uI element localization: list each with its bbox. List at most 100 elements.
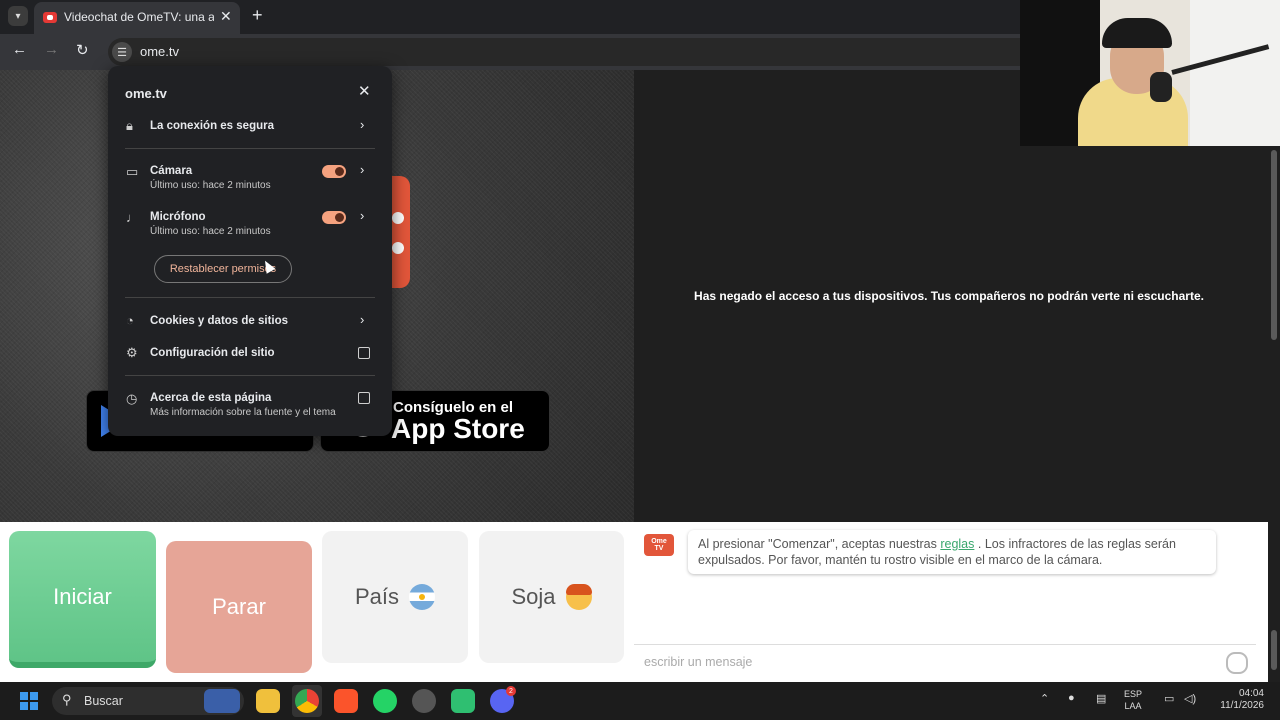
popup-title: ome.tv (125, 86, 167, 101)
time: 04:04 (1238, 688, 1264, 699)
site-settings-row[interactable]: ⚙ Configuración del sitio (108, 344, 392, 366)
gender-label: Soja (511, 584, 556, 609)
cam-person-cap (1102, 18, 1172, 48)
cursed-app-icon[interactable] (451, 689, 475, 713)
chevron-right-icon: › (360, 208, 365, 223)
external-link-icon (358, 347, 370, 359)
chevron-right-icon: › (360, 312, 365, 327)
gender-button[interactable]: Soja (479, 531, 624, 663)
rules-link[interactable]: reglas (940, 537, 974, 551)
scrollbar-thumb[interactable] (1271, 150, 1277, 340)
whatsapp-icon[interactable] (373, 689, 397, 713)
about-page-row[interactable]: ◷ Acerca de esta página Más información … (108, 390, 392, 422)
connection-label: La conexión es segura (150, 120, 274, 132)
widget-icon[interactable] (204, 689, 240, 713)
connection-secure-row[interactable]: 🔒︎ La conexión es segura › (108, 116, 392, 138)
gear-icon: ⚙ (126, 345, 138, 360)
app-store-big-text: App Store (391, 413, 525, 444)
logo-line2: TV (654, 545, 664, 552)
site-settings-label: Configuración del sitio (150, 347, 275, 359)
chevron-right-icon: › (360, 162, 365, 177)
new-tab-icon[interactable]: + (252, 5, 263, 26)
divider (125, 148, 375, 149)
microphone-label: Micrófono (150, 211, 206, 223)
country-button[interactable]: País (322, 531, 468, 663)
search-label: Buscar (84, 694, 123, 708)
system-message: Al presionar "Comenzar", aceptas nuestra… (688, 530, 1216, 574)
camera-row[interactable]: ▭ Cámara Último uso: hace 2 minutos › (108, 162, 392, 194)
close-icon[interactable]: ✕ (358, 82, 371, 100)
microphone-tray-icon[interactable]: ● (1068, 692, 1075, 704)
about-label: Acerca de esta página (150, 392, 272, 404)
tab-search-icon[interactable]: ▾ (8, 6, 28, 26)
message-input[interactable]: escribir un mensaje (634, 644, 1256, 681)
taskbar: ⚲ Buscar ⌃ ● ▤ ESP LAA ▭ ◁) 04:04 11/1/2… (0, 682, 1280, 720)
cookie-icon: ◔ (126, 313, 134, 328)
tab-title: Videochat de OmeTV: una alter (64, 10, 214, 24)
history-icon: ◷ (126, 391, 138, 406)
webcam-overlay (1020, 0, 1280, 146)
camera-last-used: Último uso: hace 2 minutos (150, 180, 271, 191)
url-text: ome.tv (140, 44, 180, 59)
chevron-right-icon: › (360, 117, 365, 132)
camera-icon: ▭ (126, 164, 139, 179)
lang-bottom: LAA (1124, 701, 1142, 711)
page-scrollbar[interactable] (1268, 70, 1280, 682)
back-icon[interactable]: ← (12, 41, 27, 58)
reload-icon[interactable]: ↻ (76, 41, 89, 59)
microphone-last-used: Último uso: hace 2 minutos (150, 226, 271, 237)
address-bar[interactable]: ☰ ome.tv (108, 38, 1108, 66)
message-placeholder: escribir un mensaje (644, 655, 753, 669)
steam-icon[interactable] (412, 689, 436, 713)
boy-emoji-icon (565, 584, 592, 610)
stop-button[interactable]: Parar (166, 541, 312, 673)
keyboard-icon[interactable]: ▤ (1096, 692, 1106, 705)
argentina-flag-icon (409, 584, 436, 610)
forward-icon[interactable]: → (44, 41, 59, 58)
brave-icon[interactable] (334, 689, 358, 713)
lock-icon: 🔒︎ (126, 118, 133, 133)
cam-door (1190, 0, 1280, 146)
external-link-icon (358, 392, 370, 404)
country-label: País (354, 584, 400, 609)
start-button[interactable]: Iniciar (9, 531, 156, 668)
microphone-icon: ♩ (126, 210, 139, 225)
language-indicator[interactable]: ESP LAA (1124, 688, 1142, 712)
chat-panel: Ome TV Al presionar "Comenzar", aceptas n… (634, 522, 1268, 682)
notification-badge: 2 (506, 686, 516, 696)
cam-microphone (1150, 72, 1172, 102)
about-sub: Más información sobre la fuente y el tem… (150, 407, 336, 418)
divider (125, 375, 375, 376)
emoji-icon[interactable] (1226, 652, 1248, 674)
camera-toggle[interactable] (322, 165, 346, 178)
denied-message: Has negado el acceso a tus dispositivos.… (694, 289, 1204, 303)
logo-line1: Ome (651, 538, 667, 545)
browser-tab[interactable]: Videochat de OmeTV: una alter ✕ (34, 2, 240, 34)
lang-top: ESP (1124, 689, 1143, 699)
divider (125, 297, 375, 298)
tab-close-icon[interactable]: ✕ (220, 8, 232, 25)
ometv-logo: Ome TV (644, 534, 674, 556)
ometv-favicon-icon (43, 12, 57, 23)
windows-start-icon[interactable] (20, 692, 38, 710)
widget-dot (392, 242, 404, 254)
cookies-row[interactable]: ◔ Cookies y datos de sitios › (108, 312, 392, 334)
date: 11/1/2026 (1220, 700, 1264, 711)
site-info-popup: ome.tv ✕ 🔒︎ La conexión es segura › ▭ Cá… (108, 66, 392, 436)
clock[interactable]: 04:04 11/1/2026 (1208, 688, 1264, 712)
chevron-up-icon[interactable]: ⌃ (1040, 692, 1049, 705)
widget-dot (392, 212, 404, 224)
cookies-label: Cookies y datos de sitios (150, 315, 289, 327)
camera-label: Cámara (150, 165, 193, 177)
chrome-icon[interactable] (295, 689, 319, 713)
site-settings-icon[interactable]: ☰ (112, 42, 132, 62)
control-panel: Iniciar Parar País Soja (0, 522, 634, 682)
search-icon: ⚲ (62, 692, 72, 707)
volume-icon[interactable]: ◁) (1184, 692, 1196, 705)
network-icon[interactable]: ▭ (1164, 692, 1174, 705)
microphone-toggle[interactable] (322, 211, 346, 224)
microphone-row[interactable]: ♩ Micrófono Último uso: hace 2 minutos › (108, 208, 392, 240)
chat-scrollbar-thumb[interactable] (1271, 630, 1277, 670)
message-text-before: Al presionar "Comenzar", aceptas nuestra… (698, 537, 937, 551)
file-explorer-icon[interactable] (256, 689, 280, 713)
